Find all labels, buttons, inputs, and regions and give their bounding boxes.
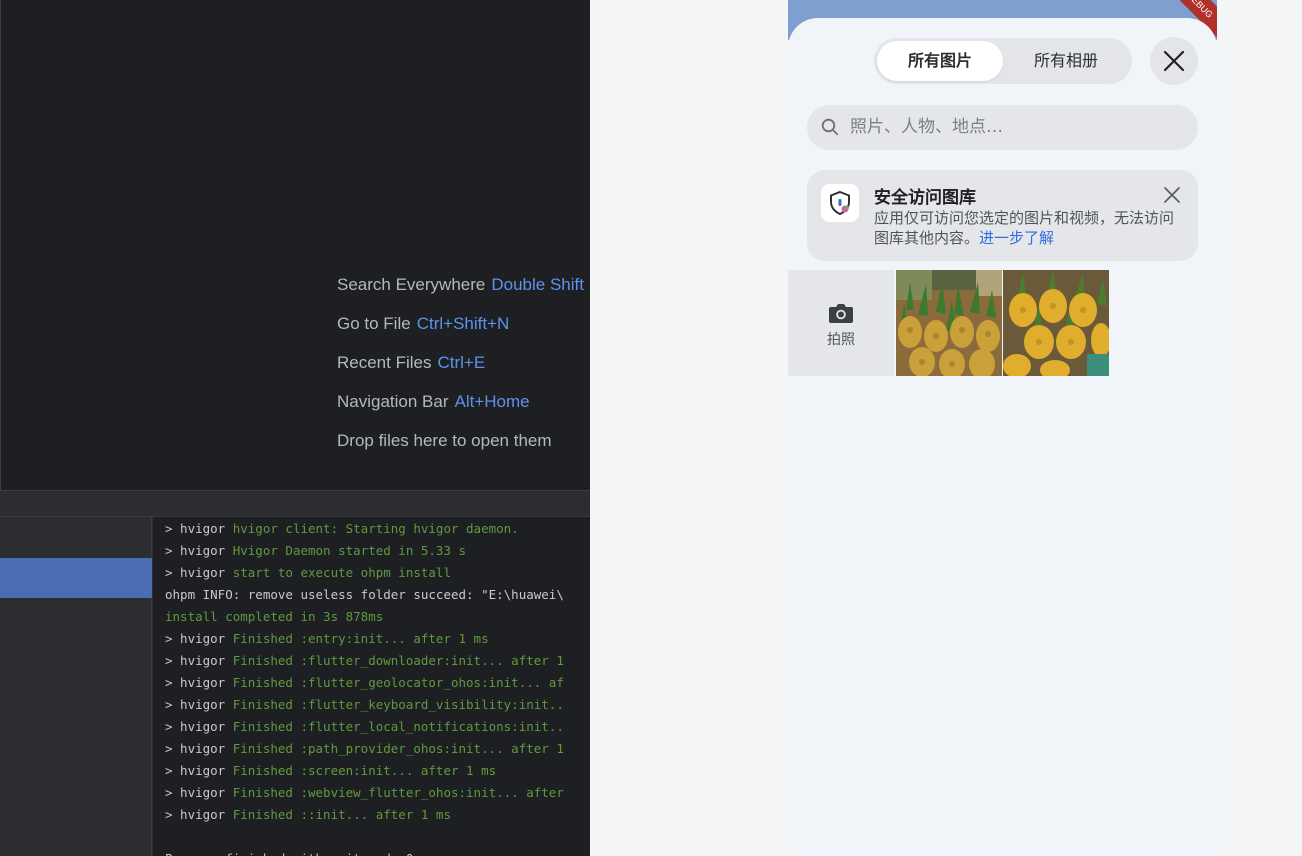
console-prefix: > hvigor: [165, 763, 233, 778]
close-icon: [1163, 50, 1185, 72]
photo-thumbnail[interactable]: [896, 270, 1002, 376]
console-text: Hvigor Daemon started in 5.33 s: [232, 543, 467, 558]
phone-screen: DEBUG 所有图片 所有相册 照片、人物、地点… 安全访问图库 应用仅可访问您…: [788, 0, 1217, 856]
console-text: Finished :flutter_keyboard_visibility:in…: [232, 697, 564, 712]
console-prefix: > hvigor: [165, 543, 233, 558]
run-toolbar: [0, 490, 590, 517]
console-line: > hvigor Finished :flutter_keyboard_visi…: [165, 695, 590, 717]
tab-all-photos[interactable]: 所有图片: [877, 41, 1003, 81]
hint-drop-files: Drop files here to open them: [337, 431, 552, 451]
console-prefix: > hvigor: [165, 521, 233, 536]
tab-all-albums[interactable]: 所有相册: [1003, 41, 1129, 81]
hint-label: Search Everywhere: [337, 275, 486, 294]
hint-shortcut: Ctrl+E: [437, 353, 486, 372]
console-line: ohpm INFO: remove useless folder succeed…: [165, 587, 564, 602]
hint-search-everywhere: Search Everywhere Double Shift: [337, 275, 584, 295]
shield-icon: [821, 184, 859, 222]
console-line: > hvigor Finished ::init... after 1 ms: [165, 805, 590, 827]
banner-title: 安全访问图库: [874, 188, 976, 208]
editor-empty-area[interactable]: Search Everywhere Double Shift Go to File…: [0, 0, 590, 490]
close-button[interactable]: [1150, 37, 1198, 85]
console-text: Finished :path_provider_ohos:init... aft…: [232, 741, 564, 756]
console-prefix: > hvigor: [165, 631, 233, 646]
console-text: Finished :entry:init... after 1 ms: [232, 631, 489, 646]
camera-icon: [829, 304, 853, 323]
console-line: > hvigor Finished :flutter_downloader:in…: [165, 651, 590, 673]
learn-more-link[interactable]: 进一步了解: [979, 229, 1054, 247]
console-prefix: > hvigor: [165, 785, 233, 800]
run-tree-panel: [0, 517, 152, 856]
console-text: Finished :flutter_local_notifications:in…: [232, 719, 564, 734]
hint-shortcut: Alt+Home: [454, 392, 530, 411]
search-input[interactable]: 照片、人物、地点…: [807, 105, 1198, 150]
secure-access-banner: 安全访问图库 应用仅可访问您选定的图片和视频，无法访问图库其他内容。进一步了解: [807, 170, 1198, 261]
camera-label: 拍照: [827, 332, 855, 348]
console-line: Process finished with exit code 0: [165, 849, 590, 856]
console-line: > hvigor start to execute ohpm install: [165, 563, 590, 585]
hint-label: Recent Files: [337, 353, 432, 372]
console-line: > hvigor Hvigor Daemon started in 5.33 s: [165, 541, 590, 563]
console-line: > hvigor Finished :screen:init... after …: [165, 761, 590, 783]
hint-navigation-bar: Navigation Bar Alt+Home: [337, 392, 530, 412]
console-prefix: > hvigor: [165, 675, 233, 690]
console-line: > hvigor Finished :path_provider_ohos:in…: [165, 739, 590, 761]
run-console[interactable]: > hvigor hvigor client: Starting hvigor …: [153, 517, 590, 856]
console-text: Finished :flutter_geolocator_ohos:init..…: [232, 675, 564, 690]
console-line: > hvigor Finished :flutter_local_notific…: [165, 717, 590, 739]
hint-label: Drop files here to open them: [337, 431, 552, 450]
console-line: > hvigor Finished :flutter_geolocator_oh…: [165, 673, 590, 695]
banner-body: 应用仅可访问您选定的图片和视频，无法访问图库其他内容。进一步了解: [874, 208, 1186, 248]
hint-go-to-file: Go to File Ctrl+Shift+N: [337, 314, 509, 334]
hint-shortcut: Double Shift: [491, 275, 584, 294]
console-text: start to execute ohpm install: [232, 565, 451, 580]
hint-label: Navigation Bar: [337, 392, 449, 411]
ide-window: Search Everywhere Double Shift Go to File…: [0, 0, 590, 856]
console-prefix: > hvigor: [165, 653, 233, 668]
console-prefix: > hvigor: [165, 719, 233, 734]
console-text: Finished :flutter_downloader:init... aft…: [232, 653, 564, 668]
console-prefix: > hvigor: [165, 741, 233, 756]
hint-shortcut: Ctrl+Shift+N: [416, 314, 510, 333]
run-tree-selected-item[interactable]: [0, 558, 152, 598]
camera-button[interactable]: 拍照: [788, 270, 894, 376]
search-icon: [821, 118, 839, 136]
photo-thumbnail[interactable]: [1003, 270, 1109, 376]
photo-picker-sheet: 所有图片 所有相册 照片、人物、地点… 安全访问图库 应用仅可访问您选定的图片和…: [788, 18, 1217, 856]
banner-close-icon[interactable]: [1163, 186, 1181, 204]
tab-switcher: 所有图片 所有相册: [874, 38, 1132, 84]
console-line: > hvigor Finished :entry:init... after 1…: [165, 629, 590, 651]
console-text: Finished :webview_flutter_ohos:init... a…: [232, 785, 564, 800]
console-text: Finished ::init... after 1 ms: [232, 807, 451, 822]
console-prefix: > hvigor: [165, 697, 233, 712]
console-line: install completed in 3s 878ms: [165, 609, 384, 624]
console-text: hvigor client: Starting hvigor daemon.: [232, 521, 519, 536]
console-text: Finished :screen:init... after 1 ms: [232, 763, 497, 778]
search-placeholder: 照片、人物、地点…: [850, 117, 1003, 137]
console-prefix: > hvigor: [165, 807, 233, 822]
console-line: > hvigor Finished :webview_flutter_ohos:…: [165, 783, 590, 805]
pineapple-photo: [896, 270, 1002, 376]
console-line: > hvigor hvigor client: Starting hvigor …: [165, 519, 590, 541]
console-prefix: > hvigor: [165, 565, 233, 580]
hint-label: Go to File: [337, 314, 411, 333]
hint-recent-files: Recent Files Ctrl+E: [337, 353, 485, 373]
pineapple-photo: [1003, 270, 1109, 376]
